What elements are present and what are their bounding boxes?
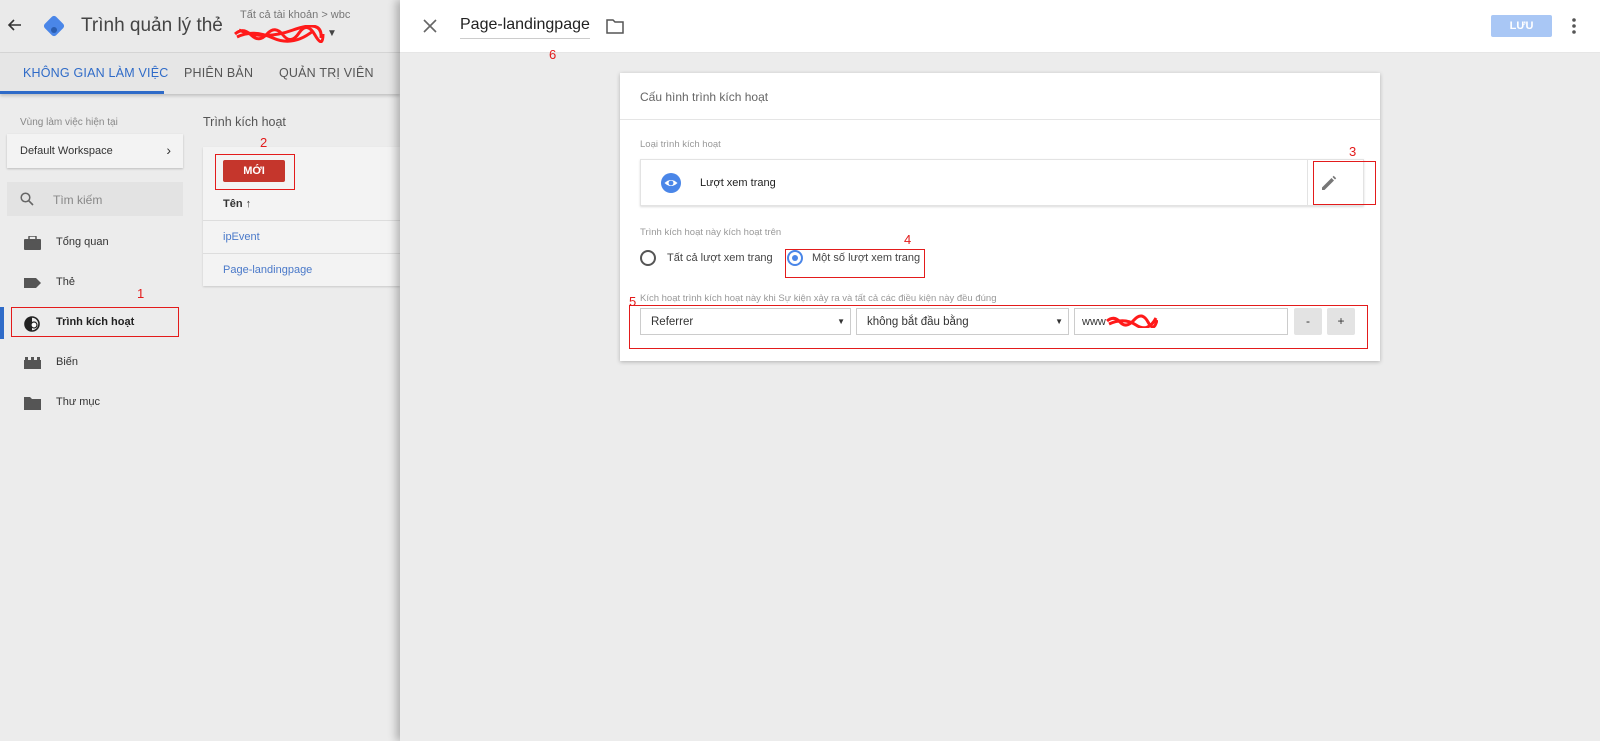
annotation-number-4: 4 bbox=[904, 232, 912, 247]
row-divider bbox=[203, 253, 400, 254]
card-divider bbox=[620, 119, 1380, 120]
workspace-selector[interactable]: Default Workspace › bbox=[7, 134, 183, 168]
editor-header: Page-landingpage LƯU bbox=[400, 0, 1600, 53]
annotation-box-4 bbox=[785, 249, 925, 278]
sidebar-item-folders[interactable]: Thư mục bbox=[0, 387, 195, 419]
annotation-box-5 bbox=[629, 305, 1368, 349]
tab-admin[interactable]: QUẢN TRỊ VIÊN bbox=[279, 66, 374, 80]
sidebar-item-label: Tổng quan bbox=[56, 236, 109, 248]
annotation-number-5: 5 bbox=[629, 294, 637, 309]
annotation-number-2: 2 bbox=[260, 135, 268, 150]
row-divider bbox=[203, 220, 400, 221]
active-nav-indicator bbox=[0, 307, 4, 339]
redacted-container-name[interactable] bbox=[233, 24, 325, 44]
condition-label: Kích hoạt trình kích hoạt này khi Sự kiệ… bbox=[640, 293, 997, 304]
active-tab-indicator bbox=[0, 91, 164, 94]
sidebar-item-overview[interactable]: Tổng quan bbox=[0, 227, 195, 259]
search-placeholder: Tìm kiếm bbox=[53, 193, 103, 207]
save-button[interactable]: LƯU bbox=[1491, 15, 1552, 37]
tab-versions[interactable]: PHIÊN BẢN bbox=[184, 66, 253, 80]
table-row[interactable]: Page-landingpage bbox=[223, 264, 312, 276]
search-icon bbox=[20, 192, 34, 206]
sidebar-item-tags[interactable]: Thẻ bbox=[0, 267, 195, 299]
close-icon[interactable] bbox=[422, 18, 438, 34]
folder-icon[interactable] bbox=[606, 18, 624, 34]
background-app: Trình quản lý thẻ Tất cả tài khoản > wbc… bbox=[0, 0, 400, 741]
sidebar-item-variables[interactable]: Biến bbox=[0, 347, 195, 379]
workspace-label: Vùng làm việc hiện tại bbox=[20, 117, 118, 128]
back-arrow-icon[interactable] bbox=[7, 17, 25, 35]
gtm-logo-icon bbox=[40, 12, 68, 40]
triggers-section-title: Trình kích hoạt bbox=[203, 115, 286, 129]
trigger-type-label: Loại trình kích hoạt bbox=[640, 139, 721, 150]
sidebar-item-label: Biến bbox=[56, 356, 79, 368]
tab-workspace[interactable]: KHÔNG GIAN LÀM VIỆC bbox=[23, 66, 169, 80]
annotation-number-6: 6 bbox=[549, 47, 557, 62]
annotation-box-2 bbox=[215, 154, 295, 190]
radio-all-pageviews[interactable] bbox=[640, 250, 656, 266]
card-title: Cấu hình trình kích hoạt bbox=[640, 90, 769, 104]
eye-icon bbox=[661, 173, 681, 193]
sidebar-item-label: Thẻ bbox=[56, 276, 75, 288]
annotation-box-1 bbox=[11, 307, 179, 337]
workspace-tabs: KHÔNG GIAN LÀM VIỆC PHIÊN BẢN QUẢN TRỊ V… bbox=[0, 53, 400, 94]
tag-icon bbox=[24, 276, 41, 290]
variable-icon bbox=[24, 356, 41, 370]
folder-icon bbox=[24, 396, 41, 410]
trigger-name-field[interactable]: Page-landingpage bbox=[460, 16, 590, 39]
annotation-number-3: 3 bbox=[1349, 144, 1357, 159]
sidebar-item-label: Thư mục bbox=[56, 396, 101, 408]
app-header: Trình quản lý thẻ Tất cả tài khoản > wbc… bbox=[0, 0, 400, 53]
trigger-editor-panel: Page-landingpage LƯU Cấu hình trình kích… bbox=[400, 0, 1600, 741]
trigger-type-name: Lượt xem trang bbox=[700, 177, 776, 189]
more-vert-icon[interactable] bbox=[1571, 16, 1577, 36]
fires-on-label: Trình kích hoạt này kích hoạt trên bbox=[640, 227, 782, 238]
table-row[interactable]: ipEvent bbox=[223, 231, 260, 243]
search-input[interactable]: Tìm kiếm bbox=[7, 182, 183, 216]
radio-all-label: Tất cả lượt xem trang bbox=[667, 252, 773, 264]
annotation-number-1: 1 bbox=[137, 286, 145, 301]
app-title: Trình quản lý thẻ bbox=[81, 15, 223, 36]
container-caret-icon[interactable]: ▼ bbox=[327, 28, 337, 39]
chevron-right-icon: › bbox=[166, 142, 171, 158]
column-header-name[interactable]: Tên ↑ bbox=[223, 198, 251, 210]
account-breadcrumb[interactable]: Tất cả tài khoản > wbc bbox=[240, 9, 350, 21]
annotation-box-3 bbox=[1313, 161, 1376, 205]
briefcase-icon bbox=[24, 235, 41, 250]
trigger-type-selector[interactable]: Lượt xem trang bbox=[640, 159, 1364, 206]
workspace-name: Default Workspace bbox=[20, 145, 113, 157]
